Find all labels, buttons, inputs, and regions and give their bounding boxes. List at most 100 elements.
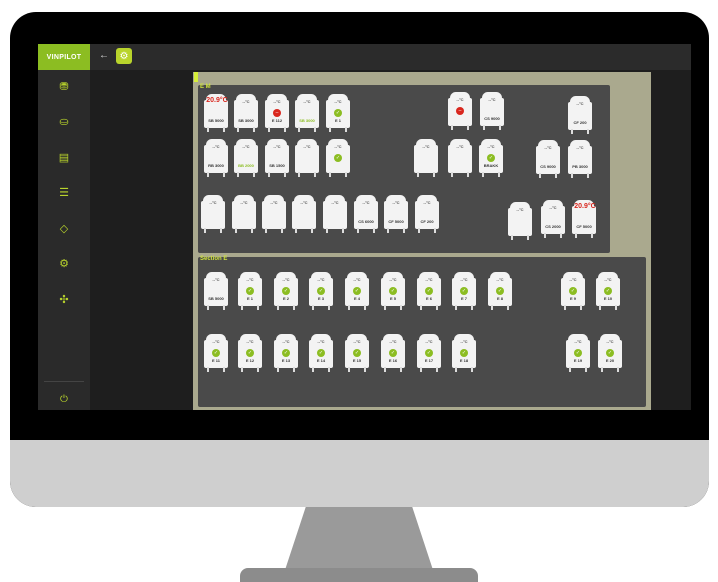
tank[interactable]: --°C ✓ E 6 xyxy=(417,272,441,310)
tank-body xyxy=(414,145,438,173)
tank[interactable]: --°C RB 3000 xyxy=(204,139,228,177)
tank[interactable]: 20.9°C CF 5000 xyxy=(572,200,596,238)
tank[interactable]: --°C ✓ E 5 xyxy=(381,272,405,310)
tank[interactable]: --°C ✓ E 8 xyxy=(488,272,512,310)
power-icon[interactable]: ⏻ xyxy=(55,392,73,408)
tank[interactable]: --°C ✓ E 9 xyxy=(561,272,585,310)
tank-legs xyxy=(599,305,617,310)
tank[interactable]: --°C ✓ E 2 xyxy=(274,272,298,310)
tank-legs xyxy=(241,367,259,372)
tank[interactable]: --°C SB 5000 xyxy=(204,272,228,310)
tank-temperature: --°C xyxy=(487,144,495,149)
tank-temperature: --°C xyxy=(331,200,339,205)
tank[interactable]: --°C BB 2000 xyxy=(234,139,258,177)
tank[interactable]: --°C ✓ E 1 xyxy=(326,94,350,132)
tank[interactable]: --°C CS 2000 xyxy=(541,200,565,238)
check-icon: ✓ xyxy=(317,349,325,357)
tank-temperature: --°C xyxy=(303,99,311,104)
sidebar-item-tanks[interactable]: ⛃ xyxy=(55,79,73,95)
tank[interactable]: --°C ✓ E 19 xyxy=(566,334,590,372)
tank-body xyxy=(354,201,378,229)
tank[interactable]: --°C SB 1500 xyxy=(265,139,289,177)
tank[interactable]: --°C xyxy=(508,202,532,240)
tank-temperature: --°C xyxy=(242,144,250,149)
tank-legs xyxy=(451,172,469,177)
tank-label: SB 5000 xyxy=(208,296,224,301)
tank-body xyxy=(292,201,316,229)
sidebar-item-cooling[interactable]: ✣ xyxy=(55,292,73,308)
tank-legs xyxy=(384,305,402,310)
tank[interactable]: --°C xyxy=(295,139,319,177)
tank[interactable]: --°C CS 9000 xyxy=(536,140,560,178)
sidebar-item-tasks[interactable]: ☰ xyxy=(55,185,73,201)
tank-temperature-alert: 20.9°C xyxy=(206,97,228,104)
tank[interactable]: --°C SB 3000 xyxy=(295,94,319,132)
check-icon: ✓ xyxy=(317,287,325,295)
sidebar-item-cleaning[interactable]: ◇ xyxy=(55,221,73,237)
tank[interactable]: --°C CF 200 xyxy=(415,195,439,233)
tank-body xyxy=(508,208,532,236)
tank-label: RB 3000 xyxy=(208,163,224,168)
tank[interactable]: --°C xyxy=(323,195,347,233)
tank[interactable]: --°C xyxy=(262,195,286,233)
sidebar-item-barrels[interactable]: ▤ xyxy=(55,150,73,166)
tank[interactable]: --°C ✓ E 4 xyxy=(345,272,369,310)
tank-label: PB 3000 xyxy=(572,164,588,169)
tank[interactable]: --°C ✓ E 15 xyxy=(345,334,369,372)
tank-label: CF 5000 xyxy=(388,219,404,224)
tank[interactable]: --°C ✓ E 3 xyxy=(309,272,333,310)
tank-label: E 20 xyxy=(605,358,615,363)
tank-legs xyxy=(241,305,259,310)
tank[interactable]: --°C PB 3000 xyxy=(568,140,592,178)
tank[interactable]: --°C ✓ xyxy=(326,139,350,177)
check-icon: ✓ xyxy=(334,154,342,162)
tank[interactable]: --°C ✓ BRAKK xyxy=(479,139,503,177)
sidebar-item-settings[interactable]: ⚙ xyxy=(55,256,73,272)
tank[interactable]: --°C SB 3000 xyxy=(234,94,258,132)
tank[interactable]: --°C xyxy=(292,195,316,233)
tank-temperature: --°C xyxy=(282,277,290,282)
tank[interactable]: --°C ✓ E 11 xyxy=(204,334,228,372)
tank-legs xyxy=(482,172,500,177)
tank[interactable]: --°C ✓ E 14 xyxy=(309,334,333,372)
tank[interactable]: --°C CF 5000 xyxy=(384,195,408,233)
tank-temperature: --°C xyxy=(496,277,504,282)
check-icon: ✓ xyxy=(425,287,433,295)
tank[interactable]: 20.9°C SB 5000 xyxy=(204,94,228,132)
tank[interactable]: --°C ✓ E 20 xyxy=(598,334,622,372)
tank[interactable]: --°C CS 9000 xyxy=(480,92,504,130)
tank-body xyxy=(204,100,228,128)
tank[interactable]: --°C ✓ E 12 xyxy=(238,334,262,372)
tank[interactable]: --°C xyxy=(232,195,256,233)
tank-label: CS 9000 xyxy=(540,164,556,169)
arrow-left-icon[interactable]: ← xyxy=(99,49,109,63)
tank[interactable]: --°C xyxy=(448,139,472,177)
tank-temperature: --°C xyxy=(246,339,254,344)
tank[interactable]: --°C ✓ E 10 xyxy=(596,272,620,310)
tank-legs xyxy=(418,228,436,233)
tank[interactable]: --°C ✓ E 18 xyxy=(452,334,476,372)
check-icon: ✓ xyxy=(282,287,290,295)
tank[interactable]: --°C ✓ E 13 xyxy=(274,334,298,372)
tank-legs xyxy=(387,228,405,233)
tank-label: CS 6000 xyxy=(358,219,374,224)
tank[interactable]: --°C xyxy=(201,195,225,233)
tank[interactable]: --°C ✓ E 1 xyxy=(238,272,262,310)
tank[interactable]: --°C CF 200 xyxy=(568,96,592,134)
tank[interactable]: --°C CS 6000 xyxy=(354,195,378,233)
tank-legs xyxy=(348,367,366,372)
tank[interactable]: --°C ✓ E 17 xyxy=(417,334,441,372)
tank[interactable]: --°C – E 112 xyxy=(265,94,289,132)
tank[interactable]: --°C ✓ E 7 xyxy=(452,272,476,310)
tank[interactable]: --°C ✓ E 16 xyxy=(381,334,405,372)
sidebar-item-wine[interactable]: ⛀ xyxy=(55,114,73,130)
tank[interactable]: --°C – xyxy=(448,92,472,130)
resize-handle[interactable] xyxy=(194,72,198,82)
tank-temperature: --°C xyxy=(212,144,220,149)
gear-icon[interactable]: ⚙ xyxy=(116,48,132,64)
tank[interactable]: --°C xyxy=(414,139,438,177)
tank-body xyxy=(572,206,596,234)
monitor-chin xyxy=(10,440,709,507)
tank-temperature: --°C xyxy=(544,145,552,150)
brand-logo[interactable]: VINPILOT xyxy=(38,44,90,70)
